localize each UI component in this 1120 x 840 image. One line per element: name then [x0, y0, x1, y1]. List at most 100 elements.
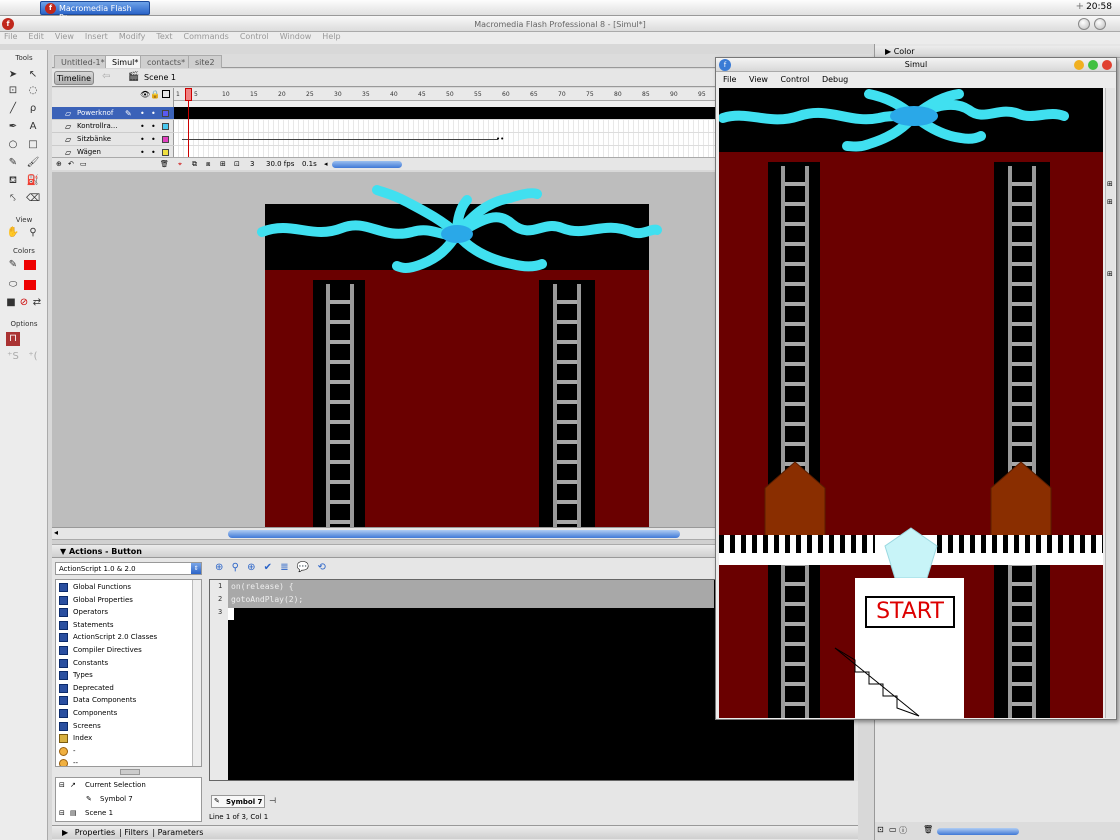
add-guide-icon[interactable]: ↶ — [68, 160, 74, 168]
fill-color-swatch[interactable] — [24, 280, 36, 290]
scroll-left-arrow-icon[interactable]: ◂ — [54, 528, 58, 537]
tab-site2[interactable]: site2 — [188, 55, 222, 68]
stroke-color-icon[interactable]: ✎ — [6, 258, 20, 272]
code-line[interactable]: on(release) { — [228, 580, 714, 593]
new-symbol-icon[interactable]: ⊡ — [877, 825, 884, 834]
ink-bottle-icon[interactable]: ⛾ — [6, 174, 20, 188]
eye-icon[interactable]: 👁 — [140, 90, 150, 99]
paint-bucket-icon[interactable]: ⛽ — [26, 174, 40, 188]
ruler-frame-number[interactable]: 25 — [306, 91, 314, 98]
zoom-tool-icon[interactable]: ⚲ — [26, 226, 40, 240]
code-hint-icon[interactable]: 💬 — [297, 562, 309, 573]
ruler-frame-number[interactable]: 70 — [558, 91, 566, 98]
library-scroll-thumb[interactable] — [937, 828, 1019, 835]
player-scrollbar[interactable]: ⊞ ⊞ ⊞ — [1105, 88, 1115, 718]
clock-add-icon[interactable]: + — [1076, 1, 1084, 12]
layer-color-swatch[interactable] — [162, 123, 169, 130]
lasso-tool-icon[interactable]: ρ — [26, 102, 40, 116]
toolbox-category[interactable]: Data Components — [56, 694, 191, 707]
visibility-dot[interactable]: • — [140, 122, 145, 131]
flash-player-icon[interactable]: f — [719, 59, 731, 71]
visibility-dot[interactable]: • — [140, 109, 145, 118]
menu-modify[interactable]: Modify — [119, 32, 146, 41]
eyedropper-icon[interactable]: ⤣ — [6, 192, 20, 206]
pin-script-icon[interactable]: ⊣ — [269, 796, 276, 805]
tree-minus-icon[interactable]: ⊟ — [59, 781, 65, 789]
ruler-frame-number[interactable]: 90 — [670, 91, 678, 98]
add-folder-icon[interactable]: ▭ — [80, 160, 87, 168]
collapse-triangle-icon[interactable]: ▼ — [60, 547, 69, 556]
player-menu-debug[interactable]: Debug — [822, 75, 848, 84]
ruler-frame-number[interactable]: 45 — [418, 91, 426, 98]
scroll-icon[interactable]: ⊞ — [1107, 180, 1113, 188]
toolbox-category[interactable]: Operators — [56, 606, 191, 619]
start-button[interactable]: START — [865, 596, 955, 628]
menu-control[interactable]: Control — [240, 32, 269, 41]
edit-multiple-icon[interactable]: ⊞ — [220, 160, 226, 168]
player-menu-view[interactable]: View — [749, 75, 768, 84]
text-tool-icon[interactable]: A — [26, 120, 40, 134]
layer-color-swatch[interactable] — [162, 136, 169, 143]
layer-kontrollra[interactable]: ▱ Kontrollra... • • — [52, 120, 174, 133]
back-arrow-icon[interactable]: ⇦ — [102, 71, 110, 82]
layer-sitzbaenke[interactable]: ▱ Sitzbänke • • — [52, 133, 174, 146]
player-menu-file[interactable]: File — [723, 75, 736, 84]
expand-triangle-icon[interactable]: ▶ — [62, 828, 71, 837]
menu-insert[interactable]: Insert — [85, 32, 108, 41]
frame-row-sitzbaenke[interactable]: •• — [174, 133, 717, 146]
toolbox-category[interactable]: Statements — [56, 619, 191, 632]
toolbox-category[interactable]: Screens — [56, 720, 191, 733]
minimize-button[interactable] — [1078, 18, 1090, 30]
toolbox-category[interactable]: Constants — [56, 657, 191, 670]
actionscript-version-select[interactable]: ActionScript 1.0 & 2.0 ⇕ — [55, 562, 202, 575]
toolbox-category[interactable]: Deprecated — [56, 682, 191, 695]
ruler-frame-number[interactable]: 65 — [530, 91, 538, 98]
toolbox-category[interactable]: Types — [56, 669, 191, 682]
onion-markers-icon[interactable]: ⊡ — [234, 160, 240, 168]
visibility-dot[interactable]: • — [140, 148, 145, 157]
line-tool-icon[interactable]: ╱ — [6, 102, 20, 116]
code-selection[interactable]: on(release) { gotoAndPlay(2); — [228, 580, 714, 608]
chevron-updown-icon[interactable]: ⇕ — [191, 563, 201, 574]
brush-tool-icon[interactable]: 🖌 — [26, 156, 40, 170]
tab-contacts[interactable]: contacts* — [140, 55, 193, 68]
add-action-icon[interactable]: ⊕ — [215, 562, 223, 573]
timeline-scroll-thumb[interactable] — [332, 161, 402, 168]
lock-dot[interactable]: • — [151, 109, 156, 118]
maximize-button[interactable] — [1094, 18, 1106, 30]
pen-tool-icon[interactable]: ✒ — [6, 120, 20, 134]
ruler-frame-number[interactable]: 1 — [176, 91, 180, 98]
scroll-left-icon[interactable]: ◂ — [324, 160, 328, 168]
layer-color-swatch[interactable] — [162, 149, 169, 156]
taskbar-flash-button[interactable]: f Macromedia Flash Pr... — [40, 1, 150, 22]
ruler-frame-number[interactable]: 20 — [278, 91, 286, 98]
layer-color-swatch[interactable] — [162, 110, 169, 117]
tab-untitled-1[interactable]: Untitled-1* — [54, 55, 112, 68]
tab-parameters[interactable]: Parameters — [158, 828, 204, 837]
stage-scroll-thumb[interactable] — [228, 530, 680, 538]
toolbox-category[interactable]: -- — [56, 757, 191, 766]
toolbox-category[interactable]: ActionScript 2.0 Classes — [56, 631, 191, 644]
ruler-frame-number[interactable]: 95 — [698, 91, 706, 98]
scene-label[interactable]: Scene 1 — [144, 73, 176, 82]
straighten-option-icon[interactable]: ⁺( — [26, 350, 40, 364]
outline-icon[interactable] — [162, 90, 170, 98]
tab-filters[interactable]: Filters — [124, 828, 148, 837]
lasso-icon[interactable]: ◌ — [26, 84, 40, 98]
toolbox-category[interactable]: Index — [56, 732, 191, 745]
toolbox-scrollbar[interactable] — [192, 580, 201, 766]
frame-row-kontrollra[interactable] — [174, 120, 717, 133]
check-syntax-icon[interactable]: ✔ — [264, 562, 272, 573]
tree-minus-icon[interactable]: ⊟ — [59, 809, 65, 817]
pencil-tool-icon[interactable]: ✎ — [6, 156, 20, 170]
layer-powerknof[interactable]: ▱ Powerknof ✎ • • — [52, 107, 174, 120]
no-color-icon[interactable]: ⊘ — [17, 296, 31, 310]
ruler-frame-number[interactable]: 15 — [250, 91, 258, 98]
find-icon[interactable]: ⚲ — [232, 562, 239, 573]
toolbox-splitter[interactable] — [120, 769, 140, 775]
ruler-frame-number[interactable]: 30 — [334, 91, 342, 98]
power-knob-graphic[interactable] — [242, 180, 672, 280]
lock-dot[interactable]: • — [151, 148, 156, 157]
zoom-button[interactable] — [1088, 60, 1098, 70]
add-layer-icon[interactable]: ⊕ — [56, 160, 62, 168]
